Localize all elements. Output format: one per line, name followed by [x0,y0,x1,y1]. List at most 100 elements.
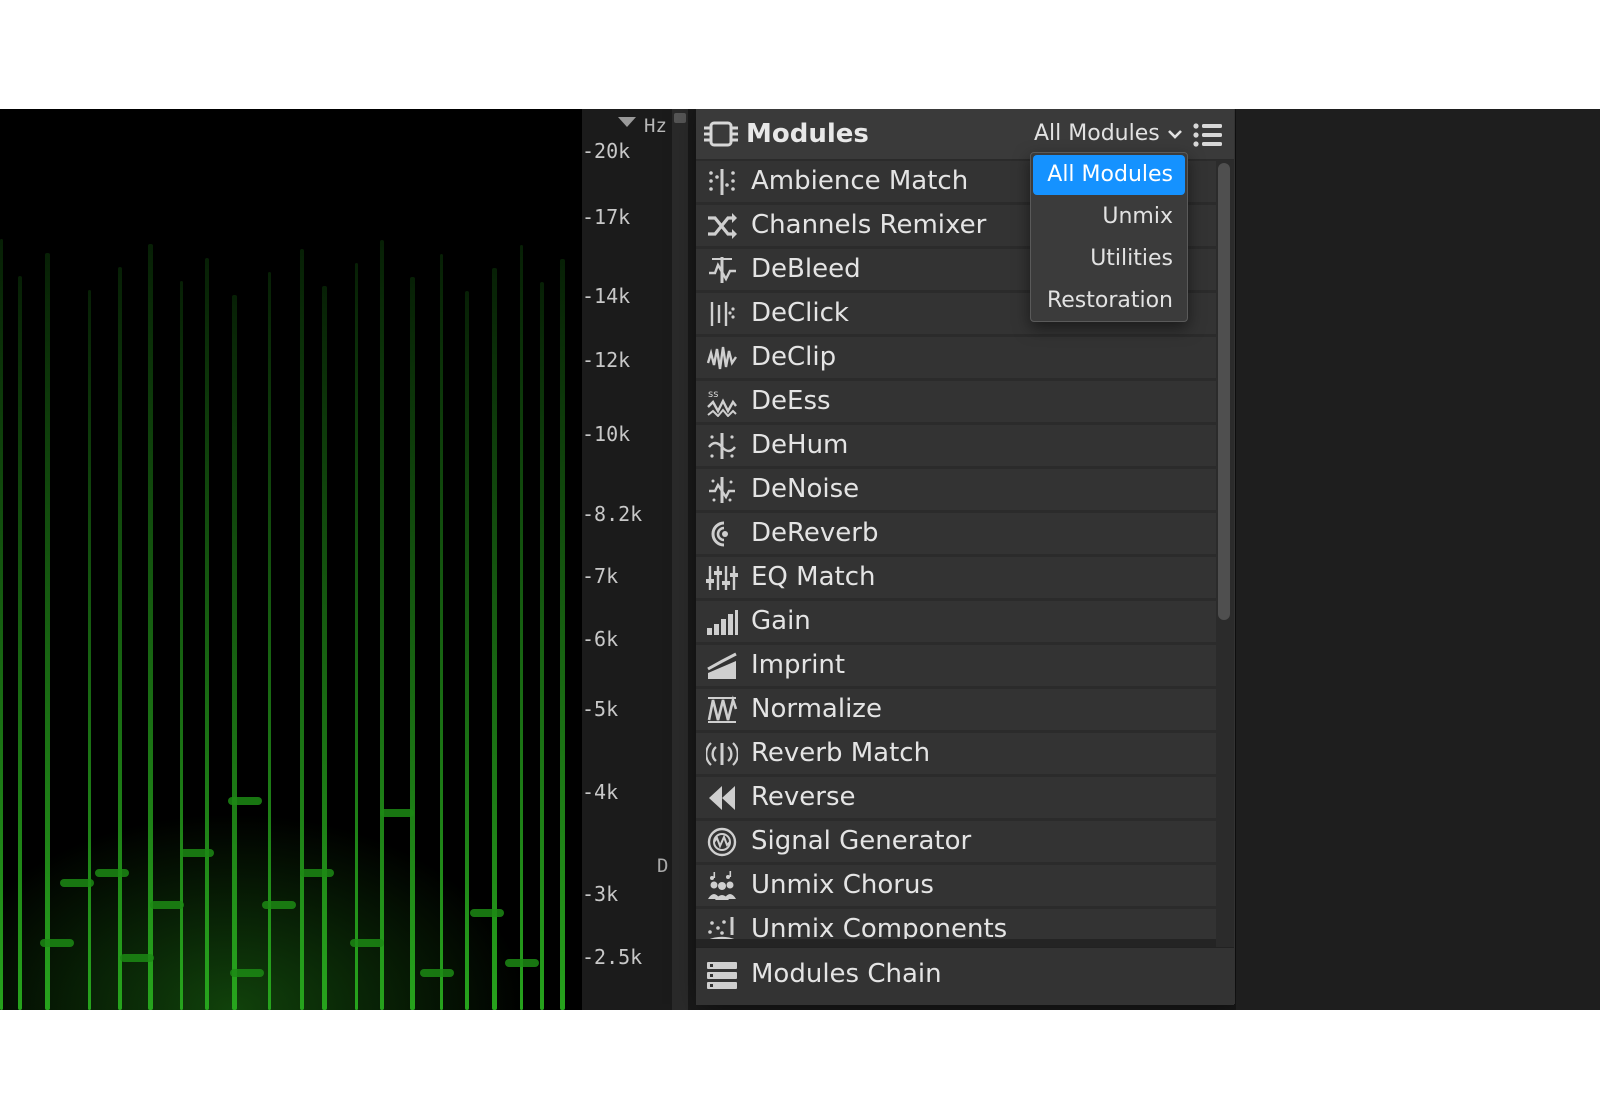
spectrogram-view[interactable] [0,109,582,1010]
module-item-denoise[interactable]: DeNoise [696,469,1216,510]
module-item-gain[interactable]: Gain [696,601,1216,642]
spectrogram-streak [465,291,469,1010]
module-label: Gain [751,606,811,636]
spectrogram-blob [230,969,264,977]
filter-option-unmix[interactable]: Unmix [1033,197,1185,237]
spectrogram-streak [0,239,3,1010]
module-label: Normalize [751,694,882,724]
filter-option-restoration[interactable]: Restoration [1033,281,1185,321]
modules-panel-title: Modules [746,119,869,149]
spectrogram-blob [350,939,384,947]
module-item-normalize[interactable]: Normalize [696,689,1216,730]
spectrogram-streak [232,295,237,1010]
freq-tick: -14k [582,284,631,308]
module-label: DeBleed [751,254,861,284]
scale-strip[interactable] [672,109,688,1010]
list-icon[interactable] [1192,121,1224,149]
spectrogram-blob [470,909,504,917]
module-filter-menu: All Modules Unmix Utilities Restoration [1030,152,1188,322]
module-item-imprint[interactable]: Imprint [696,645,1216,686]
spectrogram-blob [95,869,129,877]
module-item-reverse[interactable]: Reverse [696,777,1216,818]
spectrogram-streak [300,249,304,1010]
module-label: Unmix Chorus [751,870,934,900]
module-label: DeClip [751,342,837,372]
empty-workspace [1236,109,1600,1010]
freq-tick: -12k [582,348,631,372]
unmix-chorus-icon [708,871,736,900]
ambience-match-icon [709,169,735,195]
freq-tick: -6k [582,627,619,651]
freq-tick: -20k [582,139,631,163]
module-item-reverb-match[interactable]: Reverb Match [696,733,1216,774]
module-label: EQ Match [751,562,876,592]
modules-chain-icon [707,962,737,989]
scale-collapse-arrow-icon[interactable] [618,117,636,127]
modules-chain-button[interactable]: Modules Chain [696,947,1234,1005]
module-item-eq-match[interactable]: EQ Match [696,557,1216,598]
spectrogram-blob [262,901,296,909]
dereverb-icon [711,521,728,547]
svg-text:ss: ss [708,389,718,400]
spectrogram-streak [440,254,443,1010]
freq-tick: -7k [582,564,619,588]
spectrogram-streak [355,263,358,1010]
freq-tick: -4k [582,780,619,804]
module-label: Channels Remixer [751,210,987,240]
module-item-dehum[interactable]: DeHum [696,425,1216,466]
debleed-icon [709,257,736,283]
module-item-deess[interactable]: ss DeEss [696,381,1216,422]
filter-option-all-modules[interactable]: All Modules [1033,155,1185,195]
spectrogram-blob [505,959,539,967]
chevron-down-icon [1167,130,1182,139]
spectrogram-streak [268,272,271,1010]
freq-tick: -2.5k [582,945,643,969]
module-item-unmix-chorus[interactable]: Unmix Chorus [696,865,1216,906]
spectrogram-streak [205,258,209,1010]
freq-tick: -5k [582,697,619,721]
chain-separator [696,939,1216,947]
declip-icon [706,346,737,370]
spectrogram-streak [88,290,91,1010]
spectrogram-blob [60,879,94,887]
freq-tick: -8.2k [582,502,643,526]
module-filter-select[interactable]: All Modules [1034,121,1184,146]
scale-marker: D [657,855,669,877]
scrollbar-thumb[interactable] [1218,163,1230,620]
eq-match-icon [706,566,738,590]
spectrogram-streak [118,267,122,1010]
module-label: Ambience Match [751,166,969,196]
imprint-icon [707,652,737,679]
module-item-dereverb[interactable]: DeReverb [696,513,1216,554]
spectrogram-streak [540,282,544,1010]
spectrogram-streak [18,276,22,1010]
scale-strip-handle[interactable] [674,113,686,123]
spectrogram-streak [520,245,523,1010]
filter-option-utilities[interactable]: Utilities [1033,239,1185,279]
frequency-scale: Hz -20k -17k -14k -12k -10k -8.2k -7k -6… [582,109,672,1010]
spectrogram-blob [180,849,214,857]
reverb-match-icon [706,742,738,766]
module-label: DeEss [751,386,831,416]
spectrogram-blob [120,954,154,962]
app-window: Hz -20k -17k -14k -12k -10k -8.2k -7k -6… [0,109,1600,1010]
module-list-scrollbar[interactable] [1217,163,1231,1001]
spectrogram-blob [228,797,262,805]
module-label: Signal Generator [751,826,972,856]
module-filter-value: All Modules [1034,121,1160,146]
freq-tick: -10k [582,422,631,446]
spectrogram-streak [380,240,384,1010]
module-item-declip[interactable]: DeClip [696,337,1216,378]
modules-chain-label: Modules Chain [751,959,942,989]
module-label: Reverb Match [751,738,931,768]
module-item-signal-generator[interactable]: Signal Generator [696,821,1216,862]
spectrogram-streak [45,253,50,1010]
spectrogram-streak [492,268,497,1010]
module-label: DeClick [751,298,849,328]
freq-tick: -17k [582,205,631,229]
module-label: DeNoise [751,474,860,504]
frequency-unit: Hz [644,115,667,137]
modules-icon [704,121,738,147]
normalize-icon [707,695,738,723]
module-label: DeHum [751,430,849,460]
